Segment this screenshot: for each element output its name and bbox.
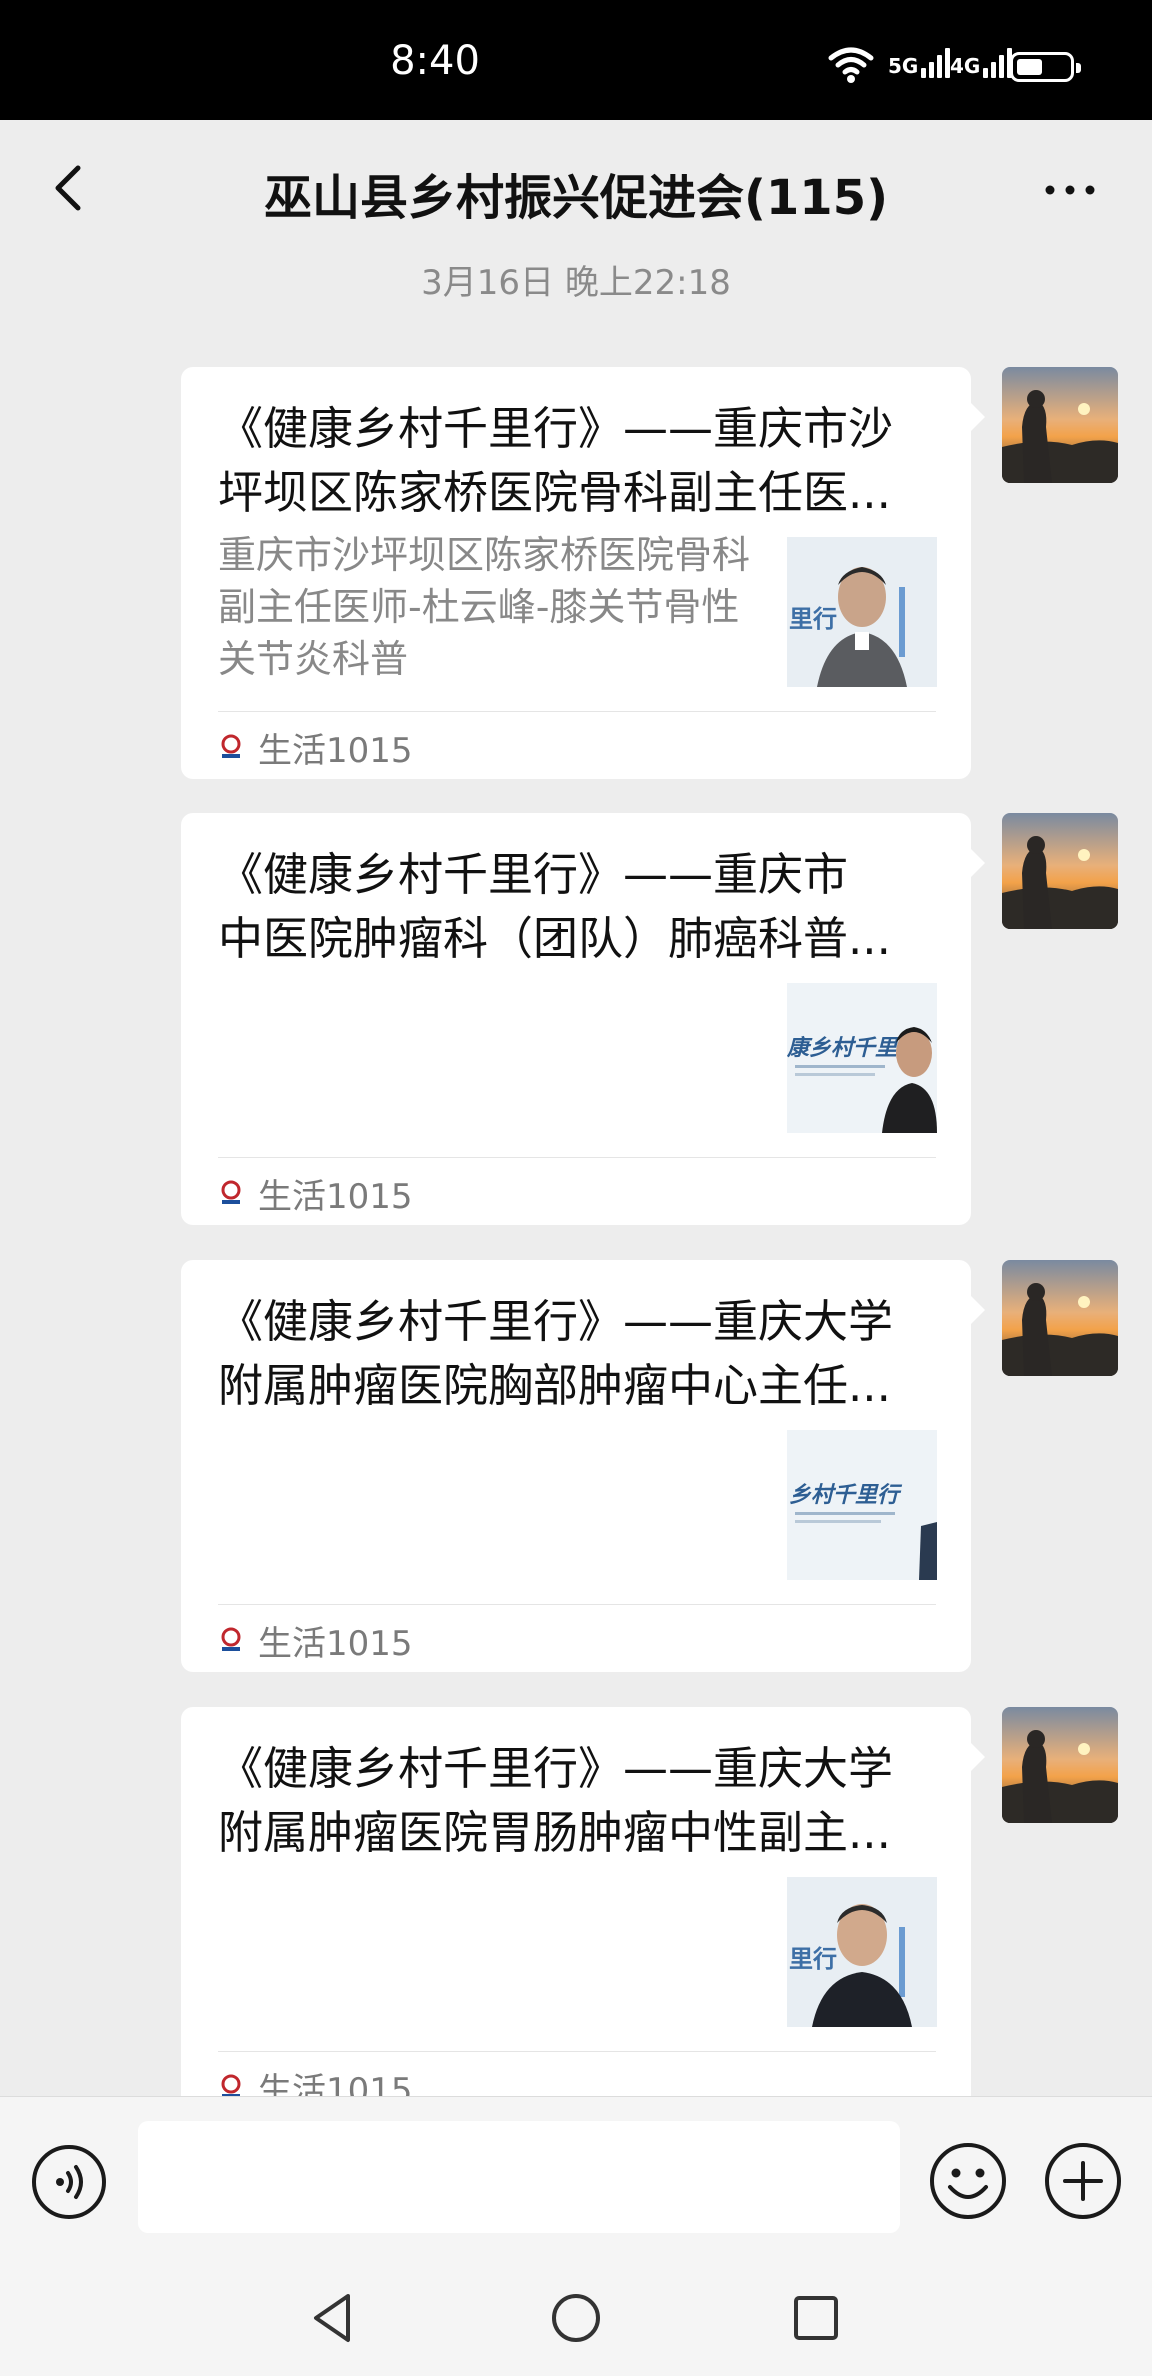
message-timestamp: 3月16日 晚上22:18 <box>421 263 731 303</box>
source-name: 生活1015 <box>258 1623 413 1664</box>
article-title-line: 附属肿瘤医院胸部肿瘤中心主任... <box>218 1359 891 1412</box>
system-nav-bar <box>0 2260 1152 2376</box>
nav-recent-icon[interactable] <box>784 2286 848 2350</box>
shared-article-card[interactable]: 《健康乡村千里行》——重庆大学 附属肿瘤医院胃肠肿瘤中性副主... 里行 生活1… <box>181 1707 985 2119</box>
chat-header: 巫山县乡村振兴促进会(115) <box>0 120 1152 260</box>
message-input[interactable] <box>138 2121 900 2233</box>
article-source: 生活1015 <box>218 1171 413 1217</box>
nav-home-icon[interactable] <box>544 2286 608 2350</box>
status-time: 8:40 <box>390 38 480 84</box>
article-title-line: 《健康乡村千里行》——重庆大学 <box>218 1742 894 1795</box>
network-5g-label: 5G <box>888 54 919 78</box>
article-title: 《健康乡村千里行》——重庆市沙 坪坝区陈家桥医院骨科副主任医... <box>218 397 938 525</box>
article-title-line: 《健康乡村千里行》——重庆市 <box>218 848 849 901</box>
signal-4g: 4G <box>950 46 1013 78</box>
plus-circle-icon[interactable] <box>1043 2141 1123 2221</box>
svg-text:里行: 里行 <box>789 1945 837 1973</box>
source-logo-icon <box>221 734 241 758</box>
battery-icon <box>1010 52 1081 82</box>
article-description: 重庆市沙坪坝区陈家桥医院骨科副主任医师-杜云峰-膝关节骨性关节炎科普 <box>218 533 751 681</box>
wifi-icon <box>828 47 874 83</box>
article-title-line: 中医院肿瘤科（团队）肺癌科普... <box>218 912 891 965</box>
article-thumbnail: 里行 <box>787 537 937 687</box>
shared-article-card[interactable]: 《健康乡村千里行》——重庆市沙 坪坝区陈家桥医院骨科副主任医... 重庆市沙坪坝… <box>181 367 985 779</box>
avatar[interactable] <box>1002 1707 1118 1823</box>
shared-article-card[interactable]: 《健康乡村千里行》——重庆市 中医院肿瘤科（团队）肺癌科普... 康乡村千里行 … <box>181 813 985 1225</box>
article-title: 《健康乡村千里行》——重庆大学 附属肿瘤医院胸部肿瘤中心主任... <box>218 1290 938 1418</box>
source-name: 生活1015 <box>258 1176 413 1217</box>
emoji-icon[interactable] <box>928 2141 1008 2221</box>
article-title-line: 《健康乡村千里行》——重庆大学 <box>218 1295 894 1348</box>
network-4g-label: 4G <box>950 54 981 78</box>
chat-title: 巫山县乡村振兴促进会(115) <box>263 170 889 226</box>
article-thumbnail: 康乡村千里行 <box>787 983 937 1133</box>
source-logo-icon <box>221 1627 241 1651</box>
signal-bars-icon <box>983 46 1013 78</box>
article-title: 《健康乡村千里行》——重庆大学 附属肿瘤医院胃肠肿瘤中性副主... <box>218 1737 938 1865</box>
shared-article-card[interactable]: 《健康乡村千里行》——重庆大学 附属肿瘤医院胸部肿瘤中心主任... 乡村千里行 … <box>181 1260 985 1672</box>
article-source: 生活1015 <box>218 725 413 771</box>
source-name: 生活1015 <box>258 730 413 771</box>
article-thumbnail: 里行 <box>787 1877 937 2027</box>
chat-input-bar <box>0 2096 1152 2260</box>
avatar[interactable] <box>1002 1260 1118 1376</box>
article-title-line: 附属肿瘤医院胃肠肿瘤中性副主... <box>218 1806 891 1859</box>
signal-bars-icon <box>921 46 951 78</box>
article-title: 《健康乡村千里行》——重庆市 中医院肿瘤科（团队）肺癌科普... <box>218 843 938 971</box>
status-bar: 8:40 5G 4G <box>0 0 1152 120</box>
article-thumbnail: 乡村千里行 <box>787 1430 937 1580</box>
signal-5g: 5G <box>888 46 951 78</box>
source-logo-icon <box>221 1180 241 1204</box>
article-title-line: 《健康乡村千里行》——重庆市沙 <box>218 402 894 455</box>
thumbnail-caption: 乡村千里行 <box>789 1483 903 1508</box>
chevron-left-icon[interactable] <box>40 158 100 218</box>
svg-text:里行: 里行 <box>789 605 837 633</box>
article-source: 生活1015 <box>218 1618 413 1664</box>
avatar[interactable] <box>1002 813 1118 929</box>
more-dots-icon[interactable] <box>1040 160 1100 220</box>
nav-back-icon[interactable] <box>302 2286 366 2350</box>
voice-icon[interactable] <box>30 2143 108 2221</box>
avatar[interactable] <box>1002 367 1118 483</box>
article-title-line: 坪坝区陈家桥医院骨科副主任医... <box>218 466 891 519</box>
